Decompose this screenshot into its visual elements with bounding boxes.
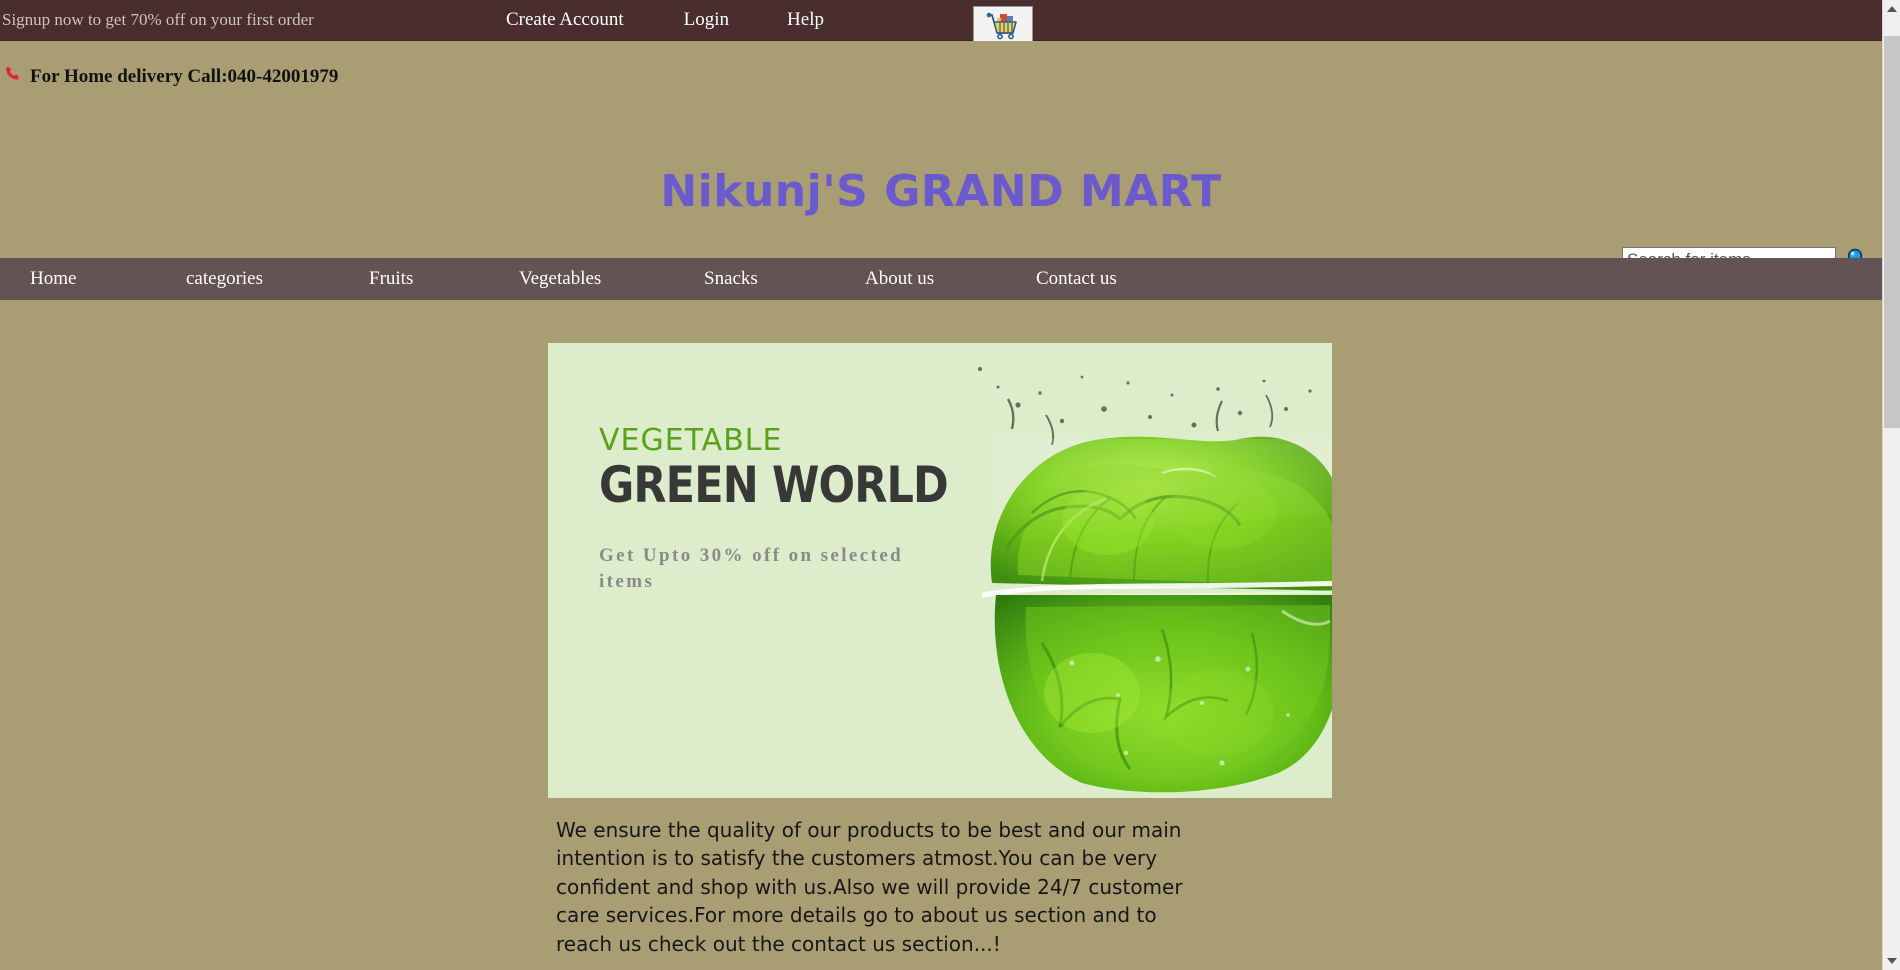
intro-text: We ensure the quality of our products to… <box>556 816 1204 970</box>
promo-banner[interactable]: VEGETABLE GREEN WORLD Get Upto 30% off o… <box>548 343 1332 798</box>
intro-paragraph-1: We ensure the quality of our products to… <box>556 818 1183 956</box>
main-navigation: Home categories Fruits Vegetables Snacks… <box>0 258 1882 300</box>
nav-item-vegetables[interactable]: Vegetables <box>519 268 601 290</box>
banner-copy: VEGETABLE GREEN WORLD Get Upto 30% off o… <box>599 423 1005 594</box>
help-link[interactable]: Help <box>769 9 842 31</box>
vertical-scrollbar[interactable] <box>1882 0 1900 970</box>
promo-text: Signup now to get 70% off on your first … <box>2 10 314 29</box>
scroll-up-button[interactable] <box>1883 0 1900 18</box>
cart-button[interactable] <box>973 6 1033 46</box>
banner-headline: GREEN WORLD <box>599 456 949 514</box>
chevron-up-icon <box>1887 6 1897 12</box>
create-account-link[interactable]: Create Account <box>488 9 642 31</box>
delivery-info: For Home delivery Call:040-42001979 <box>4 65 338 88</box>
delivery-text: For Home delivery Call:040-42001979 <box>30 65 339 87</box>
top-utility-bar: Signup now to get 70% off on your first … <box>0 0 1882 46</box>
page-root: Signup now to get 70% off on your first … <box>0 0 1900 970</box>
scroll-track[interactable] <box>1883 18 1900 952</box>
header-band: For Home delivery Call:040-42001979 Niku… <box>0 41 1882 273</box>
nav-item-fruits[interactable]: Fruits <box>369 268 413 290</box>
main-content: VEGETABLE GREEN WORLD Get Upto 30% off o… <box>0 300 1882 970</box>
banner-inner: VEGETABLE GREEN WORLD Get Upto 30% off o… <box>548 343 1332 798</box>
shopping-cart-icon <box>986 11 1020 41</box>
phone-icon <box>4 65 22 88</box>
nav-item-contact-us[interactable]: Contact us <box>1036 268 1117 290</box>
top-account-nav: Create Account Login Help <box>488 9 842 31</box>
banner-eyebrow: VEGETABLE <box>599 423 783 458</box>
nav-item-snacks[interactable]: Snacks <box>704 268 758 290</box>
nav-item-about-us[interactable]: About us <box>865 268 934 290</box>
nav-item-categories[interactable]: categories <box>186 268 263 290</box>
banner-subtext: Get Upto 30% off on selected items <box>599 545 904 592</box>
site-title: Nikunj'S GRAND MART <box>660 166 1222 217</box>
nav-item-home[interactable]: Home <box>30 268 76 290</box>
scroll-thumb[interactable] <box>1884 36 1900 428</box>
chevron-down-icon <box>1887 958 1897 964</box>
login-link[interactable]: Login <box>666 9 747 31</box>
scroll-down-button[interactable] <box>1883 952 1900 970</box>
